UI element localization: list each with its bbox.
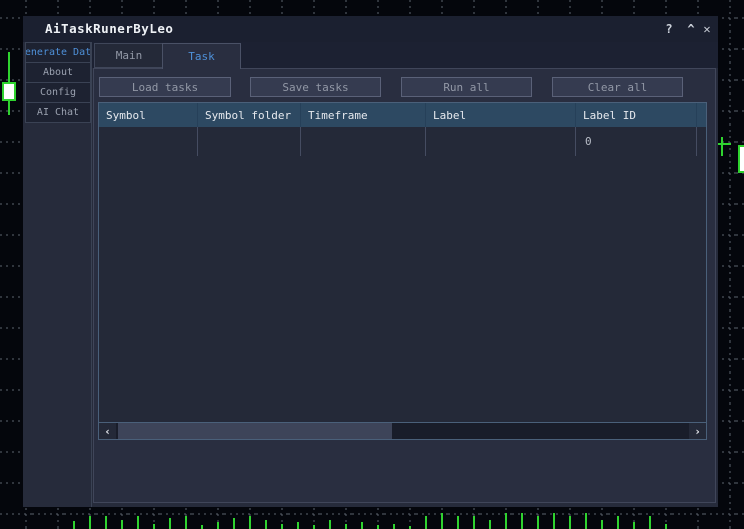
sidebar-item-generate-data[interactable]: Generate Data (25, 42, 91, 63)
column-header-label-id[interactable]: Label ID (576, 103, 697, 127)
tab-strip: Main Task (92, 42, 718, 68)
window-title: AiTaskRunerByLeo (45, 16, 173, 42)
table-row[interactable]: 0 (99, 127, 706, 156)
cell-label[interactable] (426, 127, 576, 156)
tab-main[interactable]: Main (94, 43, 164, 68)
cell-symbol[interactable] (99, 127, 198, 156)
column-header-filler (697, 103, 706, 127)
column-header-symbol[interactable]: Symbol (99, 103, 198, 127)
sidebar-item-config[interactable]: Config (25, 82, 91, 103)
scrollbar-track[interactable] (116, 423, 689, 439)
candlestick-right-partial (739, 146, 744, 172)
column-header-timeframe[interactable]: Timeframe (301, 103, 426, 127)
table-header-row: Symbol Symbol folder Timeframe Label Lab… (99, 103, 706, 127)
task-tab-panel: Load tasks Save tasks Run all Clear all … (93, 68, 716, 503)
collapse-button[interactable]: ^ (684, 16, 698, 42)
cell-label-id[interactable]: 0 (576, 127, 697, 156)
column-header-label[interactable]: Label (426, 103, 576, 127)
scroll-right-button[interactable]: › (689, 423, 706, 439)
scrollbar-thumb[interactable] (118, 423, 392, 439)
horizontal-scrollbar[interactable]: ‹ › (99, 422, 706, 439)
cell-timeframe[interactable] (301, 127, 426, 156)
title-bar[interactable]: AiTaskRunerByLeo ? ^ ✕ (23, 16, 718, 42)
app-window: AiTaskRunerByLeo ? ^ ✕ Generate Data Abo… (23, 16, 718, 507)
sidebar: Generate Data About Config AI Chat (23, 42, 92, 507)
clear-all-button[interactable]: Clear all (552, 77, 683, 97)
save-tasks-button[interactable]: Save tasks (250, 77, 381, 97)
tasks-table: Symbol Symbol folder Timeframe Label Lab… (98, 102, 707, 440)
sidebar-item-about[interactable]: About (25, 62, 91, 83)
cell-filler (697, 127, 706, 156)
sidebar-item-ai-chat[interactable]: AI Chat (25, 102, 91, 123)
screen: AiTaskRunerByLeo ? ^ ✕ Generate Data Abo… (0, 0, 744, 529)
table-empty-area (99, 156, 706, 422)
tab-task[interactable]: Task (162, 43, 241, 69)
scroll-left-button[interactable]: ‹ (99, 423, 116, 439)
close-button[interactable]: ✕ (700, 16, 714, 42)
load-tasks-button[interactable]: Load tasks (99, 77, 231, 97)
cell-symbol-folder[interactable] (198, 127, 301, 156)
column-header-symbol-folder[interactable]: Symbol folder (198, 103, 301, 127)
run-all-button[interactable]: Run all (401, 77, 532, 97)
help-button[interactable]: ? (662, 16, 676, 42)
